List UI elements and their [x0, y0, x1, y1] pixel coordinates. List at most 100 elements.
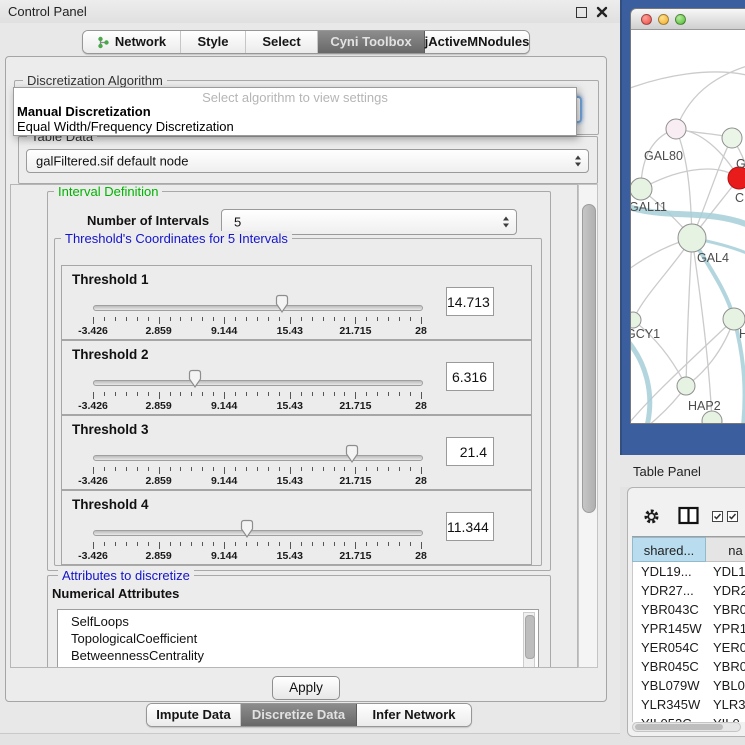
slider-tick [399, 467, 400, 471]
cell-shared-name: YPR145W [641, 621, 702, 636]
column-header-name[interactable]: na [706, 537, 745, 562]
tab-discretize-data[interactable]: Discretize Data [241, 704, 357, 726]
dropdown-option-manual[interactable]: Manual Discretization [17, 104, 151, 119]
slider-thumb[interactable] [274, 294, 290, 314]
slider-track[interactable] [93, 305, 423, 311]
slider-tick [410, 317, 411, 321]
dropdown-option-equal-width[interactable]: Equal Width/Frequency Discretization [17, 119, 234, 134]
slider-tick [104, 542, 105, 546]
gear-icon[interactable] [643, 508, 660, 525]
cell-shared-name: YBR045C [641, 659, 699, 674]
table-row[interactable]: YLR345WYLR3 [633, 695, 745, 714]
slider-thumb[interactable] [187, 369, 203, 389]
checkbox-checked-icon[interactable] [712, 511, 724, 523]
tab-impute-data[interactable]: Impute Data [147, 704, 241, 726]
group-label: Discretization Algorithm [23, 73, 167, 88]
attribute-list-item[interactable]: SelfLoops [71, 614, 129, 629]
slider-tick [148, 392, 149, 396]
close-icon[interactable] [596, 6, 608, 18]
slider-tick [235, 542, 236, 546]
slider-tick [290, 317, 291, 324]
tab-select[interactable]: Select [246, 31, 318, 53]
network-node-GAL4[interactable] [678, 224, 706, 252]
network-node-GA[interactable] [722, 128, 742, 148]
table-row[interactable]: YIL052CYIL0 [633, 714, 745, 722]
split-pane-icon[interactable] [678, 506, 699, 526]
settings-scrollbar[interactable] [578, 184, 598, 668]
tab-jactivemnodules[interactable]: jActiveMNodules [425, 31, 529, 53]
tab-cyni-toolbox[interactable]: Cyni Toolbox [318, 31, 425, 53]
network-canvas[interactable]: GAL80GACGAL11GAL4GCY1HHAP2 [631, 30, 745, 424]
apply-button[interactable]: Apply [272, 676, 340, 700]
list-scrollbar-thumb[interactable] [525, 615, 535, 659]
table-row[interactable]: YDL19...YDL1 [633, 562, 745, 581]
slider-tick [312, 317, 313, 321]
tab-infer-network[interactable]: Infer Network [357, 704, 471, 726]
network-node-GAL80[interactable] [666, 119, 686, 139]
threshold-value-field[interactable]: 14.713 [446, 287, 494, 316]
table-data-combobox[interactable]: galFiltered.sif default node [26, 149, 589, 173]
slider-tick [148, 317, 149, 321]
slider-tick [344, 317, 345, 321]
settings-scrollbar-thumb[interactable] [582, 204, 596, 513]
slider-tick [334, 317, 335, 321]
slider-tick [355, 317, 356, 324]
threshold-value-field[interactable]: 11.344 [446, 512, 494, 541]
list-scrollbar[interactable] [523, 612, 535, 668]
column-header-shared-name[interactable]: shared... [632, 537, 706, 562]
slider-tick [279, 542, 280, 546]
table-row[interactable]: YBR045CYBR0 [633, 657, 745, 676]
slider-tick [421, 467, 422, 474]
table-row[interactable]: YBR043CYBR0 [633, 600, 745, 619]
table-horizontal-scrollbar-thumb[interactable] [635, 724, 723, 730]
threshold-value-field[interactable]: 6.316 [446, 362, 494, 391]
slider-track[interactable] [93, 530, 423, 536]
table-row[interactable]: YPR145WYPR1 [633, 619, 745, 638]
slider-tick [355, 392, 356, 399]
cell-name: YDL1 [713, 564, 745, 579]
slider-track[interactable] [93, 455, 423, 461]
numerical-attributes-label: Numerical Attributes [52, 586, 179, 601]
slider-tick [180, 467, 181, 471]
tab-label: Style [197, 31, 228, 53]
table-row[interactable]: YBL079WYBL0 [633, 676, 745, 695]
slider-tick-label: 28 [415, 325, 427, 337]
slider-tick [115, 542, 116, 546]
slider-tick [246, 392, 247, 396]
network-node-HAP2[interactable] [677, 377, 695, 395]
slider-tick [377, 317, 378, 321]
cell-shared-name: YER054C [641, 640, 699, 655]
slider-tick [355, 542, 356, 549]
table-panel-title: Table Panel [633, 464, 701, 479]
slider-tick [334, 542, 335, 546]
attribute-list-item[interactable]: BetweennessCentrality [71, 648, 204, 663]
slider-tick-label: -3.426 [78, 400, 108, 412]
threshold-value-field[interactable]: 21.4 [446, 437, 494, 466]
slider-track[interactable] [93, 380, 423, 386]
float-window-icon[interactable] [576, 7, 587, 18]
slider-tick [268, 317, 269, 321]
table-horizontal-scrollbar[interactable] [632, 722, 741, 732]
slider-tick [191, 467, 192, 471]
slider-tick-label: 15.43 [277, 325, 303, 337]
zoom-traffic-light-icon[interactable] [675, 14, 686, 25]
slider-thumb[interactable] [344, 444, 360, 464]
tab-style[interactable]: Style [181, 31, 246, 53]
cell-shared-name: YBL079W [641, 678, 700, 693]
slider-tick-label: 2.859 [145, 400, 171, 412]
slider-tick [115, 317, 116, 321]
slider-tick-label: -3.426 [78, 550, 108, 562]
table-row[interactable]: YER054CYER0 [633, 638, 745, 657]
threshold-panel-3: Threshold 3 21.4 -3.4262.8599.14415.4321… [61, 415, 532, 490]
attribute-list-item[interactable]: TopologicalCoefficient [71, 631, 197, 646]
checkbox-checked-icon[interactable] [727, 511, 739, 523]
network-node-GAL11[interactable] [631, 178, 652, 200]
table-row[interactable]: YDR27...YDR2 [633, 581, 745, 600]
numerical-attributes-list[interactable]: SelfLoops TopologicalCoefficient Betweenne… [57, 609, 539, 668]
close-traffic-light-icon[interactable] [641, 14, 652, 25]
minimize-traffic-light-icon[interactable] [658, 14, 669, 25]
slider-thumb[interactable] [239, 519, 255, 539]
slider-tick-label: 9.144 [211, 325, 237, 337]
slider-tick [312, 542, 313, 546]
tab-network[interactable]: Network [83, 31, 181, 53]
